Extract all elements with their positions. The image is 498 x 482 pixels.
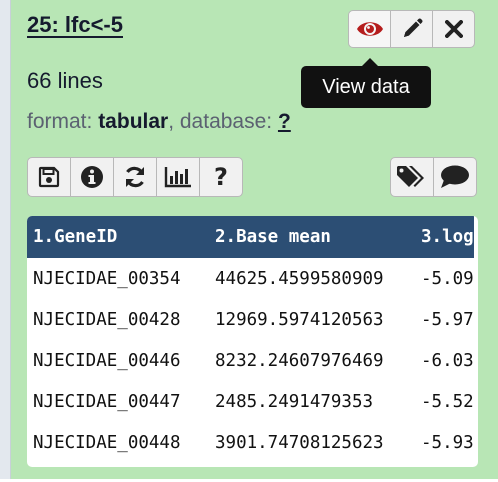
table-cell: NJECIDAE_00447 — [33, 391, 181, 412]
rerun-icon — [123, 165, 147, 189]
info-icon — [80, 165, 104, 189]
table-row: NJECIDAE_00428 12969.5974120563 -5.97 — [27, 299, 474, 340]
comment-icon — [439, 164, 471, 190]
table-cell: NJECIDAE_00448 — [33, 432, 181, 453]
format-value: tabular — [98, 110, 169, 133]
table-cell: -5.97 — [421, 309, 474, 330]
help-icon: ? — [214, 163, 228, 191]
format-label: format: — [27, 110, 99, 133]
table-header-row: 1.GeneID 2.Base mean 3.log — [27, 216, 474, 258]
save-icon — [38, 166, 60, 188]
table-row: NJECIDAE_00447 2485.2491479353 -5.52 — [27, 381, 474, 422]
tags-icon — [395, 164, 429, 190]
rerun-button[interactable] — [113, 157, 157, 197]
table-cell: -5.09 — [421, 268, 474, 289]
column-header: 3.log — [421, 227, 474, 247]
table-cell: NJECIDAE_00354 — [33, 268, 181, 289]
table-cell: -6.03 — [421, 350, 474, 371]
data-peek-table: 1.GeneID 2.Base mean 3.log NJECIDAE_0035… — [27, 216, 478, 467]
table-row: NJECIDAE_00354 44625.4599580909 -5.09 — [27, 258, 474, 299]
column-header: 2.Base mean — [215, 227, 331, 247]
table-cell: 8232.24607976469 — [215, 350, 384, 371]
help-button[interactable]: ? — [199, 157, 243, 197]
column-header: 1.GeneID — [33, 227, 118, 247]
chart-icon — [164, 166, 192, 188]
table-cell: 3901.74708125623 — [215, 432, 384, 453]
table-cell: 12969.5974120563 — [215, 309, 384, 330]
visualize-button[interactable] — [156, 157, 200, 197]
view-data-tooltip: View data — [301, 66, 431, 108]
dataset-title[interactable]: 25: lfc<-5 — [27, 12, 123, 38]
dataset-details-button[interactable] — [70, 157, 114, 197]
dataset-annotation-actions — [390, 157, 477, 197]
eye-icon — [356, 19, 384, 39]
dataset-secondary-actions: ? — [27, 157, 243, 197]
data-table: 1.GeneID 2.Base mean 3.log NJECIDAE_0035… — [27, 216, 474, 463]
view-data-button[interactable] — [348, 10, 391, 48]
pencil-icon — [401, 18, 423, 40]
dataset-top-actions — [348, 10, 475, 48]
table-cell: 2485.2491479353 — [215, 391, 374, 412]
table-cell: NJECIDAE_00428 — [33, 309, 181, 330]
table-cell: -5.93 — [421, 432, 474, 453]
line-count: 66 lines — [27, 68, 103, 93]
close-icon — [444, 20, 463, 38]
database-label: , database: — [168, 110, 278, 133]
table-cell: -5.52 — [421, 391, 474, 412]
tooltip-arrow — [362, 58, 378, 66]
table-row: NJECIDAE_00448 3901.74708125623 -5.93 — [27, 422, 474, 463]
delete-button[interactable] — [432, 10, 475, 48]
download-button[interactable] — [27, 157, 71, 197]
dataset-metadata: format: tabular, database: ? — [27, 110, 291, 134]
edit-attributes-button[interactable] — [390, 10, 433, 48]
edit-tags-button[interactable] — [390, 157, 434, 197]
table-cell: 44625.4599580909 — [215, 268, 384, 289]
edit-annotation-button[interactable] — [433, 157, 477, 197]
left-border — [0, 0, 11, 482]
table-cell: NJECIDAE_00446 — [33, 350, 181, 371]
database-value-link[interactable]: ? — [278, 110, 291, 133]
table-row: NJECIDAE_00446 8232.24607976469 -6.03 — [27, 340, 474, 381]
